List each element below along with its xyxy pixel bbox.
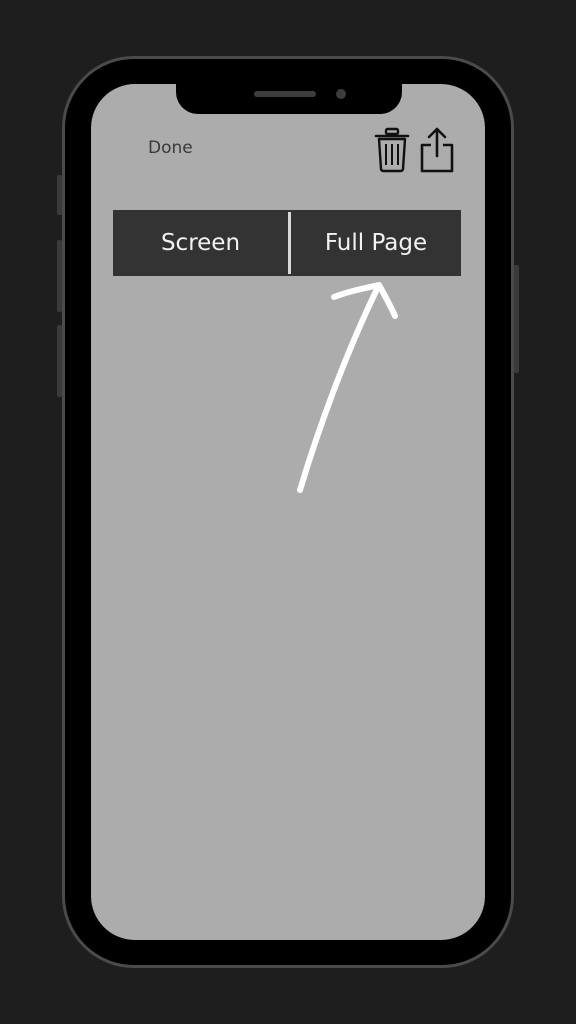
share-icon[interactable] — [418, 126, 456, 174]
earpiece-speaker — [254, 91, 316, 97]
segment-full-page[interactable]: Full Page — [291, 210, 461, 276]
notch — [176, 80, 402, 114]
capture-mode-segmented-control: Screen Full Page — [113, 210, 461, 276]
front-camera — [336, 89, 346, 99]
done-button[interactable]: Done — [148, 138, 193, 158]
trash-icon[interactable] — [374, 127, 410, 173]
power-button — [514, 265, 519, 373]
segment-screen[interactable]: Screen — [113, 210, 288, 276]
